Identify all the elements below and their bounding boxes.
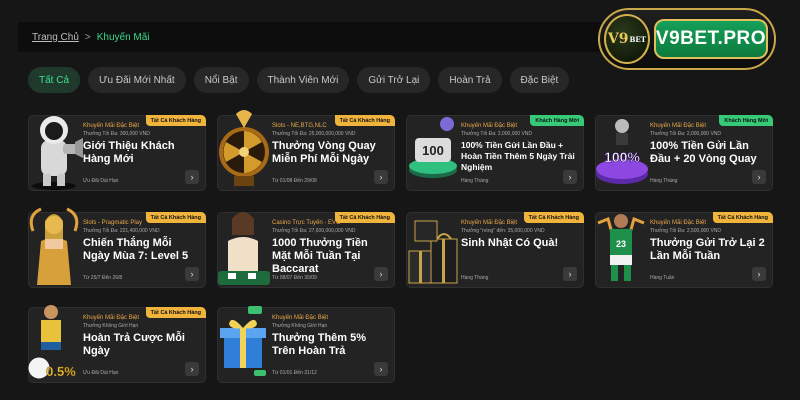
promo-period: Ưu Đãi Dài Hạn [83, 178, 119, 184]
chevron-right-icon[interactable]: › [185, 267, 199, 281]
promo-category: Slots - NE,BTG,NLC [272, 123, 327, 129]
football-player-icon: 23 [597, 214, 645, 281]
promo-category: Khuyến Mãi Đặc Biệt [83, 123, 140, 129]
promo-max-bonus: Thưởng Tối Đa: 2,500,000 VND [650, 228, 722, 234]
promo-max-bonus: Thưởng Tối Đa: 2,000,000 VND [461, 131, 533, 137]
promo-max-bonus: Thưởng Không Giới Hạn [272, 323, 328, 329]
breadcrumb-home-link[interactable]: Trang Chủ [32, 32, 79, 43]
brand-logo[interactable]: V9 BET V9BET.PRO [598, 8, 776, 70]
promo-period: Từ 01/08 Đến 29/08 [272, 178, 317, 184]
blue-gift-box-icon [220, 306, 266, 376]
chevron-right-icon[interactable]: › [752, 267, 766, 281]
promo-card[interactable]: Tất Cả Khách Hàng Slots - NE,BTG,NLC Thư… [217, 110, 395, 191]
promo-card[interactable]: Tất Cả Khách Hàng Slots - Pragmatic Play… [28, 207, 206, 288]
tab-rebate[interactable]: Hoàn Trả [438, 67, 502, 93]
tab-newest-offers[interactable]: Ưu Đãi Mới Nhất [88, 67, 186, 93]
promo-title: 1000 Thưởng Tiền Mặt Mỗi Tuần Tại Baccar… [272, 237, 368, 275]
chevron-right-icon[interactable]: › [563, 170, 577, 184]
breadcrumb: Trang Chủ > Khuyến Mãi [18, 22, 618, 52]
chevron-right-icon[interactable]: › [185, 362, 199, 376]
promo-period: Hàng Tháng [461, 178, 489, 184]
promo-category: Khuyến Mãi Đặc Biệt [83, 315, 140, 321]
tab-new-members[interactable]: Thành Viên Mới [256, 67, 350, 93]
promo-period: Hàng Tuần [650, 275, 675, 281]
breadcrumb-current: Khuyến Mãi [96, 31, 150, 43]
promo-title: Hoàn Trả Cược Mỗi Ngày [83, 332, 185, 357]
promo-max-bonus: Thưởng Không Giới Hạn [83, 323, 139, 329]
svg-text:0.5%: 0.5% [46, 364, 76, 379]
promo-max-bonus: Thưởng "nóng" đến: 35,000,000 VND [461, 228, 545, 234]
promo-category: Khuyến Mãi Đặc Biệt [650, 123, 707, 129]
promo-period: Hàng Tháng [650, 178, 678, 184]
logo-badge-icon: V9 BET [604, 14, 650, 64]
promo-title: Chiến Thắng Mỗi Ngày Mùa 7: Level 5 [83, 237, 189, 262]
tab-redeposit[interactable]: Gửi Trở Lại [357, 67, 431, 93]
promo-period: Từ 08/07 Đến 30/09 [272, 275, 317, 281]
promo-title: Thưởng Thêm 5% Trên Hoàn Trả [272, 332, 367, 357]
promo-category: Slots - Pragmatic Play [83, 220, 143, 226]
chevron-right-icon[interactable]: › [185, 170, 199, 184]
chevron-right-icon[interactable]: › [752, 170, 766, 184]
promo-title: 100% Tiền Gửi Lần Đầu + 20 Vòng Quay [650, 140, 757, 165]
chevron-right-icon[interactable]: › [374, 362, 388, 376]
promo-category: Khuyến Mãi Đặc Biệt [650, 220, 707, 226]
promotions-page: Trang Chủ > Khuyến Mãi V9 BET V9BET.PRO T… [0, 0, 800, 400]
logo-text: V9BET.PRO [653, 19, 768, 59]
promo-title: Sinh Nhật Có Quà! [461, 237, 559, 249]
goddess-icon [29, 207, 79, 285]
svg-text:23: 23 [616, 239, 626, 249]
promo-title: Thưởng Vòng Quay Miễn Phí Mỗi Ngày [272, 140, 376, 165]
breadcrumb-separator: > [84, 31, 91, 43]
promo-category: Casino Trực Tuyến - EVO [272, 220, 341, 226]
logo-badge-text: V9 [607, 31, 629, 47]
promo-category: Khuyến Mãi Đặc Biệt [461, 220, 518, 226]
promo-card[interactable]: Tất Cả Khách Hàng Khuyến Mãi Đặc Biệt Th… [28, 115, 206, 191]
promo-title: Thưởng Gửi Trở Lại 2 Lần Mỗi Tuần [650, 237, 765, 262]
gift-boxes-icon [408, 220, 458, 284]
promo-card[interactable]: Tất Cả Khách Hàng Khuyến Mãi Đặc Biệt Th… [406, 212, 584, 288]
astronaut-icon [32, 116, 83, 190]
promo-card[interactable]: Khuyến Mãi Đặc Biệt Thưởng Không Giới Hạ… [217, 306, 395, 383]
bonus-100-icon: 100 [409, 117, 457, 178]
promo-period: Hàng Tháng [461, 275, 489, 281]
tab-all[interactable]: Tất Cả [28, 67, 81, 93]
bonus-100-percent-icon: 100% [596, 119, 648, 184]
promo-card[interactable]: 100 Khách Hàng Mới Khuyến Mãi Đặc Biệt T… [406, 115, 584, 191]
soccer-rebate-icon: 0.5% [27, 305, 77, 380]
filter-tabs: Tất Cả Ưu Đãi Mới Nhất Nổi Bật Thành Viê… [28, 67, 570, 93]
svg-text:100%: 100% [604, 149, 640, 165]
dealer-icon [218, 212, 270, 285]
tab-featured[interactable]: Nổi Bật [193, 67, 249, 93]
promo-period: Từ 01/01 Đến 31/12 [272, 370, 317, 376]
prize-wheel-icon [219, 110, 269, 186]
promo-max-bonus: Thưởng Tối Đa: 2,000,000 VND [650, 131, 722, 137]
promo-card[interactable]: 23 Tất Cả Khách Hàng Khuyến Mãi Đặc Biệt… [595, 212, 773, 288]
promo-card[interactable]: 100% Khách Hàng Mới Khuyến Mãi Đặc Biệt … [595, 115, 773, 191]
promo-period: Ưu Đãi Dài Hạn [83, 370, 119, 376]
svg-text:100: 100 [422, 143, 444, 158]
chevron-right-icon[interactable]: › [374, 267, 388, 281]
logo-badge-small: BET [629, 34, 646, 44]
promo-card[interactable]: Tất Cả Khách Hàng Casino Trực Tuyến - EV… [217, 212, 395, 288]
promo-title: 100% Tiền Gửi Lần Đầu + Hoàn Tiền Thêm 5… [461, 140, 575, 172]
promo-max-bonus: Thưởng Tối Đa: 300,000 VND [83, 131, 150, 137]
chevron-right-icon[interactable]: › [563, 267, 577, 281]
promo-category: Khuyến Mãi Đặc Biệt [461, 123, 518, 129]
promo-max-bonus: Thưởng Tối Đa: 25,000,000,000 VND [272, 131, 356, 137]
promo-max-bonus: Thưởng Tối Đa: 221,400,000 VND [83, 228, 160, 234]
promo-period: Từ 25/7 Đến 26/8 [83, 275, 123, 281]
chevron-right-icon[interactable]: › [374, 170, 388, 184]
promo-category: Khuyến Mãi Đặc Biệt [272, 315, 329, 321]
promo-card[interactable]: 0.5% Tất Cả Khách Hàng Khuyến Mãi Đặc Bi… [27, 305, 206, 383]
promo-title: Giới Thiệu Khách Hàng Mới [83, 140, 175, 165]
promo-max-bonus: Thưởng Tối Đa: 27,600,000,000 VND [272, 228, 356, 234]
tab-special[interactable]: Đặc Biệt [509, 67, 570, 93]
